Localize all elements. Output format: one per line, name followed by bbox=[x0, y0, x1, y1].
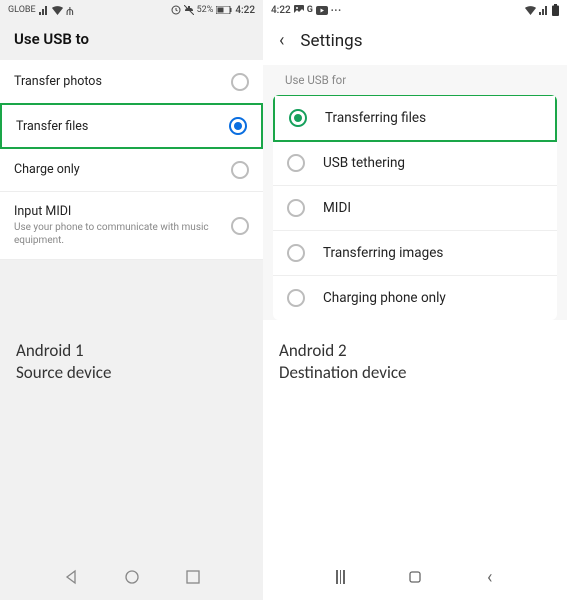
option-input-midi[interactable]: Input MIDI Use your phone to communicate… bbox=[0, 192, 263, 260]
youtube-icon bbox=[316, 6, 328, 15]
picture-icon bbox=[294, 5, 304, 15]
option-label: MIDI bbox=[323, 200, 351, 216]
radio-off-icon bbox=[287, 289, 305, 307]
nav-back-button[interactable]: ‹ bbox=[479, 566, 501, 588]
option-transferring-images[interactable]: Transferring images bbox=[273, 231, 557, 276]
radio-on-icon bbox=[289, 109, 307, 127]
option-label: Transferring files bbox=[325, 110, 426, 126]
battery-icon bbox=[552, 4, 559, 16]
option-charge-only[interactable]: Charge only bbox=[0, 148, 263, 192]
phone-android-1: GLOBE Ψ 52% 4:22 Use USB to Transfer pho… bbox=[0, 0, 263, 600]
option-label: Charging phone only bbox=[323, 290, 446, 306]
option-label: Transfer photos bbox=[14, 74, 102, 89]
settings-header: ‹ Settings bbox=[263, 20, 567, 65]
option-sublabel: Use your phone to communicate with music… bbox=[14, 221, 214, 247]
option-transfer-photos[interactable]: Transfer photos bbox=[0, 60, 263, 104]
radio-off-icon bbox=[287, 154, 305, 172]
more-icon: ••• bbox=[331, 6, 342, 15]
nav-home-button[interactable] bbox=[121, 566, 143, 588]
radio-on-icon bbox=[229, 117, 247, 135]
usb-icon: Ψ bbox=[66, 4, 74, 17]
status-bar-right: 4:22 G ••• bbox=[263, 0, 567, 20]
clock-right: 4:22 bbox=[271, 5, 291, 16]
carrier-label: GLOBE bbox=[8, 5, 36, 15]
signal-icon bbox=[39, 6, 49, 15]
nav-recents-button[interactable] bbox=[182, 566, 204, 588]
option-charging-only[interactable]: Charging phone only bbox=[273, 276, 557, 320]
radio-off-icon bbox=[231, 217, 249, 235]
wifi-icon bbox=[525, 6, 536, 15]
settings-title: Settings bbox=[300, 31, 362, 51]
option-label: Transferring images bbox=[323, 245, 443, 261]
option-transferring-files[interactable]: Transferring files bbox=[273, 95, 557, 142]
caption-line1: Android 2 bbox=[279, 340, 407, 362]
mute-icon bbox=[184, 5, 194, 15]
google-icon: G bbox=[307, 5, 313, 15]
status-bar-left: GLOBE Ψ 52% 4:22 bbox=[0, 0, 263, 20]
caption-line2: Destination device bbox=[279, 362, 407, 384]
option-usb-tethering[interactable]: USB tethering bbox=[273, 141, 557, 186]
option-label: Transfer files bbox=[16, 119, 88, 134]
usb-options-list-right: Transferring files USB tethering MIDI Tr… bbox=[273, 95, 557, 320]
option-transfer-files[interactable]: Transfer files bbox=[0, 103, 263, 149]
nav-recents-button[interactable] bbox=[329, 566, 351, 588]
alarm-icon bbox=[171, 5, 181, 15]
caption-android-1: Android 1 Source device bbox=[16, 340, 111, 384]
clock-left: 4:22 bbox=[235, 5, 255, 16]
radio-off-icon bbox=[231, 73, 249, 91]
option-label: Input MIDI bbox=[14, 204, 214, 219]
usb-dialog-title: Use USB to bbox=[0, 20, 263, 60]
nav-back-button[interactable] bbox=[60, 566, 82, 588]
caption-line2: Source device bbox=[16, 362, 111, 384]
battery-pct: 52% bbox=[197, 5, 214, 15]
radio-off-icon bbox=[287, 244, 305, 262]
usb-options-list-left: Transfer photos Transfer files Charge on… bbox=[0, 60, 263, 260]
caption-line1: Android 1 bbox=[16, 340, 111, 362]
battery-icon bbox=[216, 6, 232, 14]
option-label: Charge only bbox=[14, 162, 80, 177]
radio-off-icon bbox=[231, 161, 249, 179]
nav-home-button[interactable] bbox=[404, 566, 426, 588]
nav-bar-right: ‹ bbox=[263, 560, 567, 594]
section-label: Use USB for bbox=[273, 65, 557, 95]
signal-icon bbox=[539, 6, 549, 15]
nav-bar-left bbox=[0, 560, 263, 594]
option-midi[interactable]: MIDI bbox=[273, 186, 557, 231]
radio-off-icon bbox=[287, 199, 305, 217]
wifi-icon bbox=[52, 6, 63, 15]
phone-android-2: 4:22 G ••• ‹ Settings Use USB for Transf… bbox=[263, 0, 567, 600]
caption-android-2: Android 2 Destination device bbox=[279, 340, 407, 384]
back-icon[interactable]: ‹ bbox=[279, 30, 284, 51]
option-label: USB tethering bbox=[323, 155, 405, 171]
